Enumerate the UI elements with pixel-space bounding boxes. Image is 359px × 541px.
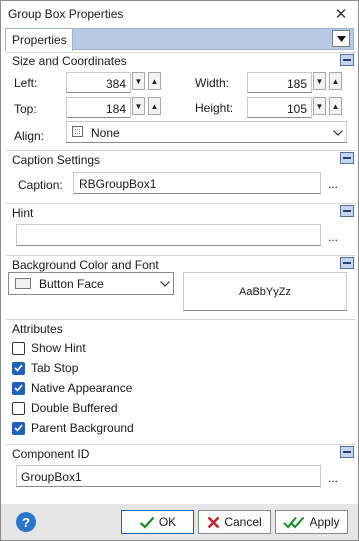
size-collapse-button[interactable] <box>340 54 354 66</box>
checkmark-icon <box>139 516 155 529</box>
top-spin-down[interactable]: ▼ <box>132 97 145 115</box>
close-button[interactable]: ✕ <box>330 4 352 24</box>
caption-collapse-button[interactable] <box>340 152 354 164</box>
cancel-button-label: Cancel <box>224 515 262 529</box>
background-color-select[interactable]: Button Face <box>8 272 174 295</box>
component-id-input[interactable]: GroupBox1 <box>16 465 321 487</box>
checkbox-parent-background[interactable]: Parent Background <box>12 421 134 435</box>
checkbox-show-hint[interactable]: Show Hint <box>12 341 86 355</box>
left-spin-down[interactable]: ▼ <box>132 72 145 90</box>
background-color-value: Button Face <box>39 277 104 291</box>
height-label: Height: <box>195 101 234 115</box>
tab-properties[interactable]: Properties <box>5 28 73 51</box>
apply-button-label: Apply <box>309 515 340 529</box>
checkbox-label: Double Buffered <box>31 401 118 415</box>
checkbox-label: Native Appearance <box>31 381 133 395</box>
component-collapse-button[interactable] <box>340 446 354 458</box>
chevron-down-icon <box>160 281 170 287</box>
window-title: Group Box Properties <box>8 7 124 21</box>
spin-down-icon: ▼ <box>315 101 324 111</box>
caption-input[interactable]: RBGroupBox1 <box>73 172 321 194</box>
background-section-title: Background Color and Font <box>12 258 159 272</box>
ok-button[interactable]: OK <box>121 510 194 534</box>
hint-input[interactable] <box>16 224 321 246</box>
collapse-icon <box>343 210 351 212</box>
apply-button[interactable]: Apply <box>275 510 348 534</box>
width-label: Width: <box>195 76 230 90</box>
top-spin-up[interactable]: ▲ <box>148 97 161 115</box>
chevron-down-icon <box>336 35 346 42</box>
checkbox-native-appearance[interactable]: Native Appearance <box>12 381 132 395</box>
hint-section-header <box>5 203 356 221</box>
checkbox-box[interactable] <box>12 421 25 435</box>
color-swatch <box>15 278 31 289</box>
width-spin-up[interactable]: ▲ <box>329 72 342 90</box>
top-label: Top: <box>14 102 37 116</box>
top-input[interactable]: 184 <box>66 97 131 118</box>
cancel-x-icon <box>207 516 220 528</box>
checkbox-tab-stop[interactable]: Tab Stop <box>12 361 78 375</box>
attributes-section-title: Attributes <box>12 322 63 336</box>
width-spin-down[interactable]: ▼ <box>313 72 326 90</box>
width-input[interactable]: 185 <box>247 72 312 93</box>
caption-ellipsis-button[interactable]: ... <box>328 177 338 191</box>
font-preview-text: AaBbYyZz <box>239 285 291 298</box>
cancel-button[interactable]: Cancel <box>198 510 271 534</box>
help-icon: ? <box>22 514 30 530</box>
hint-section-title: Hint <box>12 206 34 220</box>
caption-label: Caption: <box>18 178 63 192</box>
hint-ellipsis-button[interactable]: ... <box>328 230 338 244</box>
height-spin-down[interactable]: ▼ <box>313 97 326 115</box>
align-select[interactable]: None <box>66 121 347 143</box>
checkbox-box[interactable] <box>12 361 25 375</box>
hint-collapse-button[interactable] <box>340 205 354 217</box>
spin-up-icon: ▲ <box>331 101 340 111</box>
collapse-icon <box>343 451 351 453</box>
checkbox-label: Parent Background <box>31 421 134 435</box>
background-collapse-button[interactable] <box>340 257 354 269</box>
chevron-down-icon <box>333 130 343 136</box>
component-section-title: Component ID <box>12 447 90 461</box>
collapse-icon <box>343 157 351 159</box>
align-select-value: None <box>91 126 120 140</box>
left-spin-up[interactable]: ▲ <box>148 72 161 90</box>
checkbox-double-buffered[interactable]: Double Buffered <box>12 401 118 415</box>
double-check-icon <box>283 516 305 528</box>
dialog-window: Group Box Properties ✕ Properties Size a… <box>0 0 359 541</box>
checkbox-box[interactable] <box>12 401 25 415</box>
spin-up-icon: ▲ <box>331 76 340 86</box>
spin-up-icon: ▲ <box>150 76 159 86</box>
checkbox-box[interactable] <box>12 341 25 355</box>
size-section-title: Size and Coordinates <box>12 54 127 68</box>
height-input[interactable]: 105 <box>247 97 312 118</box>
collapse-icon <box>343 262 351 264</box>
collapse-icon <box>343 59 351 61</box>
component-ellipsis-button[interactable]: ... <box>328 471 338 485</box>
left-label: Left: <box>14 76 38 90</box>
tab-dropdown-button[interactable] <box>332 30 350 47</box>
spin-down-icon: ▼ <box>134 101 143 111</box>
close-icon: ✕ <box>334 6 348 23</box>
title-bar: Group Box Properties ✕ <box>1 1 358 27</box>
spin-down-icon: ▼ <box>134 76 143 86</box>
height-spin-up[interactable]: ▲ <box>329 97 342 115</box>
caption-section-title: Caption Settings <box>12 153 101 167</box>
align-label: Align: <box>14 129 45 143</box>
checkbox-label: Tab Stop <box>31 361 79 375</box>
spin-up-icon: ▲ <box>150 101 159 111</box>
left-input[interactable]: 384 <box>66 72 131 93</box>
help-button[interactable]: ? <box>16 512 36 532</box>
align-none-icon <box>72 126 83 137</box>
checkbox-box[interactable] <box>12 381 25 395</box>
dialog-footer: ? OK Cancel Apply <box>1 504 358 540</box>
checkbox-label: Show Hint <box>31 341 86 355</box>
ok-button-label: OK <box>158 515 177 529</box>
spin-down-icon: ▼ <box>315 76 324 86</box>
font-preview-button[interactable]: AaBbYyZz <box>183 272 347 311</box>
